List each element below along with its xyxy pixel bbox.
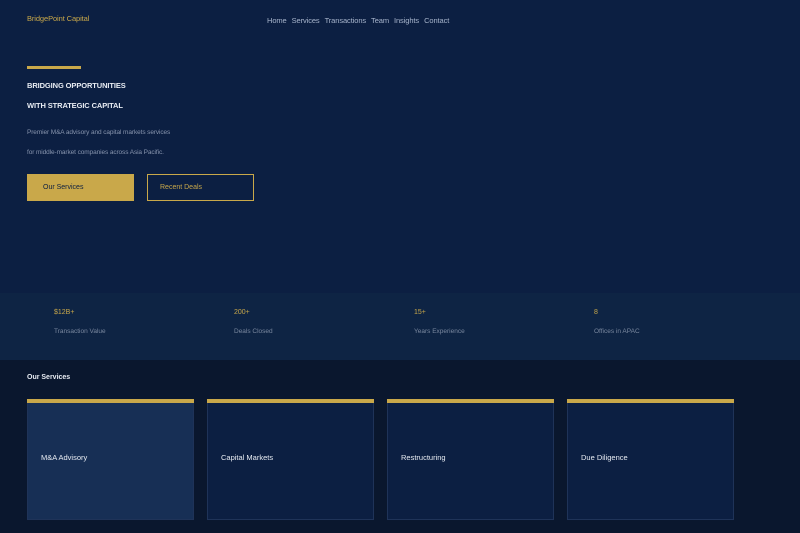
nav-transactions[interactable]: Transactions [325,16,367,25]
logo[interactable]: BridgePoint Capital [27,14,89,23]
nav-insights[interactable]: Insights [394,16,419,25]
services-heading: Our Services [27,374,71,381]
stat-label: Offices in APAC [594,328,640,335]
card-accent-bar [567,399,734,403]
card-title: Restructuring [401,453,446,462]
service-card-restructuring[interactable]: Restructuring [387,399,554,520]
hero-title-line-1: BRIDGING OPPORTUNITIES [27,81,126,90]
our-services-button[interactable]: Our Services [27,174,134,201]
stat-value: 8 [594,309,598,316]
hero-title-line-2: WITH STRATEGIC CAPITAL [27,101,123,110]
card-title: Capital Markets [221,453,274,462]
service-card-ma-advisory[interactable]: M&A Advisory [27,399,194,520]
card-accent-bar [207,399,374,403]
card-accent-bar [27,399,194,403]
recent-deals-button[interactable]: Recent Deals [147,174,254,201]
hero-subtitle-line-2: for middle-market companies across Asia … [27,149,164,156]
stat-label: Years Experience [414,328,465,335]
services-section: Our Services M&A Advisory Capital Market… [0,360,800,533]
nav-contact[interactable]: Contact [424,16,449,25]
hero-accent-bar [27,66,81,69]
nav-home[interactable]: Home [267,16,287,25]
stat-label: Transaction Value [54,328,106,335]
stat-label: Deals Closed [234,328,273,335]
hero-subtitle: Premier M&A advisory and capital markets… [27,123,327,163]
service-card-due-diligence[interactable]: Due Diligence [567,399,734,520]
stat-value: $12B+ [54,309,75,316]
nav-services[interactable]: Services [292,16,320,25]
card-accent-bar [387,399,554,403]
card-title: Due Diligence [581,453,628,462]
stat-value: 200+ [234,309,250,316]
main-nav: Home Services Transactions Team Insights… [267,16,449,25]
hero-subtitle-line-1: Premier M&A advisory and capital markets… [27,129,171,136]
service-card-capital-markets[interactable]: Capital Markets [207,399,374,520]
stats-band: $12B+ Transaction Value 200+ Deals Close… [0,293,800,360]
page: BridgePoint Capital Home Services Transa… [0,0,800,533]
hero-title: BRIDGING OPPORTUNITIES WITH STRATEGIC CA… [27,76,327,116]
nav-team[interactable]: Team [371,16,389,25]
card-title: M&A Advisory [41,453,88,462]
stat-value: 15+ [414,309,426,316]
